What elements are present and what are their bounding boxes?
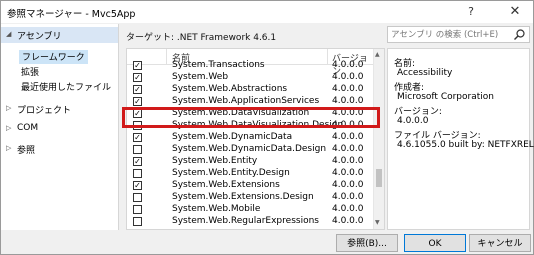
table-row[interactable]: System.Web.RegularExpressions 4.0.0.0 <box>127 216 375 228</box>
details-panel: 名前: Accessibility 作成者: Microsoft Corpora… <box>387 48 534 230</box>
assembly-name: System.Web.Mobile <box>172 204 261 214</box>
nav-group-com[interactable]: ▷ COM <box>1 121 118 137</box>
details-file-version-value: 4.6.1055.0 built by: NETFXREL2 <box>397 140 534 150</box>
checked-checkbox[interactable]: ✓ <box>133 73 142 82</box>
assembly-version: 4.0.0.0 <box>332 204 364 214</box>
ok-button[interactable]: OK <box>404 234 466 252</box>
unchecked-checkbox[interactable] <box>133 193 142 202</box>
assembly-name: System.Web.Entity <box>172 156 258 166</box>
nav-item-recent[interactable]: 最近使用したファイル <box>21 80 111 94</box>
checked-checkbox[interactable]: ✓ <box>133 85 142 94</box>
nav-group-assemblies[interactable]: ◢ アセンブリ <box>1 27 118 43</box>
scroll-down-icon[interactable]: ▼ <box>375 219 380 226</box>
assembly-version: 4.0.0.0 <box>332 132 364 142</box>
search-icon[interactable] <box>513 28 526 41</box>
checked-checkbox[interactable]: ✓ <box>133 97 142 106</box>
assembly-name: System.Web.Abstractions <box>172 84 288 94</box>
table-row[interactable]: System.Web.Entity.Design 4.0.0.0 <box>127 168 375 180</box>
unchecked-checkbox[interactable] <box>133 217 142 226</box>
search-input[interactable] <box>391 28 509 41</box>
unchecked-checkbox[interactable] <box>133 205 142 214</box>
chevron-right-icon: ▷ <box>6 124 12 132</box>
vertical-scrollbar[interactable]: ▲ ▼ <box>373 49 384 229</box>
table-row[interactable]: System.Web.Mobile 4.0.0.0 <box>127 204 375 216</box>
table-row[interactable]: System.Web.Extensions.Design 4.0.0.0 <box>127 192 375 204</box>
nav-label-com: COM <box>17 123 39 133</box>
nav-item-extensions[interactable]: 拡張 <box>21 65 39 79</box>
nav-label-assemblies: アセンブリ <box>17 32 62 42</box>
scroll-thumb[interactable] <box>376 169 382 187</box>
scroll-up-icon[interactable]: ▲ <box>375 51 380 58</box>
assembly-version: 4.0.0.0 <box>332 60 364 70</box>
category-sidebar: ◢ アセンブリ フレームワーク 拡張 最近使用したファイル ▷ プロジェクト ▷… <box>1 24 119 230</box>
nav-item-framework[interactable]: フレームワーク <box>19 50 88 64</box>
assembly-name: System.Web.Extensions <box>172 180 280 190</box>
assembly-version: 4.0.0.0 <box>332 180 364 190</box>
table-row[interactable]: ✓ System.Web.Extensions 4.0.0.0 <box>127 180 375 192</box>
chevron-right-icon: ▷ <box>6 104 12 112</box>
checked-checkbox[interactable]: ✓ <box>133 157 142 166</box>
chevron-down-icon: ◢ <box>6 30 12 38</box>
assembly-version: 4.0.0.0 <box>332 144 364 154</box>
assembly-version: 4.0.0.0 <box>332 216 364 226</box>
chevron-right-icon: ▷ <box>6 144 12 152</box>
window-title: 参照マネージャー - Mvc5App <box>7 9 136 20</box>
assembly-name: System.Web.Extensions.Design <box>172 192 314 202</box>
highlight-box <box>122 107 380 128</box>
details-name-value: Accessibility <box>397 68 453 78</box>
target-framework-label: ターゲット: .NET Framework 4.6.1 <box>126 33 277 43</box>
table-row[interactable]: ✓ System.Transactions 4.0.0.0 <box>127 60 375 72</box>
assembly-name: System.Web.ApplicationServices <box>172 96 320 106</box>
assembly-version: 4.0.0.0 <box>332 84 364 94</box>
checked-checkbox[interactable]: ✓ <box>133 61 142 70</box>
close-button[interactable]: ✕ <box>501 1 529 23</box>
table-row[interactable]: ✓ System.Web.Abstractions 4.0.0.0 <box>127 84 375 96</box>
table-row[interactable]: ✓ System.Web 4.0.0.0 <box>127 72 375 84</box>
nav-label-browse: 参照 <box>17 146 36 156</box>
assembly-version: 4.0.0.0 <box>332 168 364 178</box>
details-version-value: 4.0.0.0 <box>397 116 429 126</box>
checked-checkbox[interactable]: ✓ <box>133 133 142 142</box>
assembly-version: 4.0.0.0 <box>332 156 364 166</box>
assembly-name: System.Transactions <box>172 60 265 70</box>
table-row[interactable]: ✓ System.Web.DynamicData 4.0.0.0 <box>127 132 375 144</box>
assembly-name: System.Web.RegularExpressions <box>172 216 319 226</box>
assembly-name: System.Web.DynamicData.Design <box>172 144 327 154</box>
checked-checkbox[interactable]: ✓ <box>133 181 142 190</box>
help-button[interactable]: ? <box>457 1 485 23</box>
nav-group-browse[interactable]: ▷ 参照 <box>1 141 118 157</box>
assembly-version: 4.0.0.0 <box>332 192 364 202</box>
unchecked-checkbox[interactable] <box>133 169 142 178</box>
search-box[interactable] <box>387 26 530 43</box>
title-bar: 参照マネージャー - Mvc5App ? ✕ <box>1 1 533 23</box>
reference-manager-window: 参照マネージャー - Mvc5App ? ✕ ◢ アセンブリ フレームワーク 拡… <box>0 0 534 255</box>
assembly-version: 4.0.0.0 <box>332 72 364 82</box>
browse-button[interactable]: 参照(B)... <box>336 234 398 252</box>
details-author-value: Microsoft Corporation <box>397 92 494 102</box>
nav-label-project: プロジェクト <box>17 106 72 116</box>
assembly-name: System.Web <box>172 72 229 82</box>
cancel-button[interactable]: キャンセル <box>469 234 531 252</box>
assembly-list[interactable]: 名前 バージョン ✓ System.Transactions 4.0.0.0 ✓ Sys… <box>126 48 385 230</box>
nav-group-project[interactable]: ▷ プロジェクト <box>1 101 118 117</box>
unchecked-checkbox[interactable] <box>133 145 142 154</box>
assembly-version: 4.0.0.0 <box>332 96 364 106</box>
table-row[interactable]: System.Web.DynamicData.Design 4.0.0.0 <box>127 144 375 156</box>
assembly-name: System.Web.Entity.Design <box>172 168 290 178</box>
assembly-name: System.Web.DynamicData <box>172 132 293 142</box>
table-row[interactable]: ✓ System.Web.Entity 4.0.0.0 <box>127 156 375 168</box>
